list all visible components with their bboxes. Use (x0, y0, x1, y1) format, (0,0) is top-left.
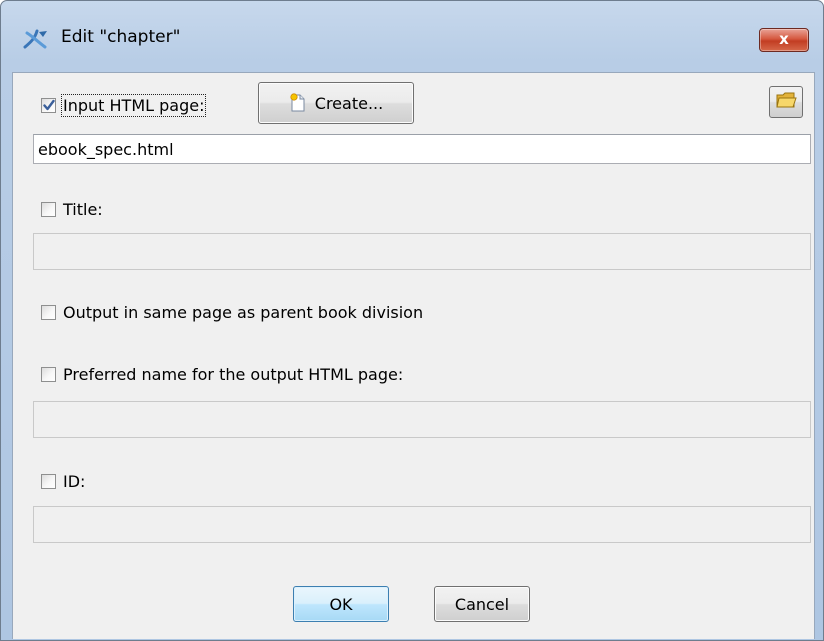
window-title: Edit "chapter" (61, 27, 181, 47)
input-page-row: Input HTML page: (41, 94, 207, 117)
input-page-label[interactable]: Input HTML page: (60, 94, 207, 117)
close-button[interactable]: x (759, 28, 809, 52)
preferred-name-row: Preferred name for the output HTML page: (41, 365, 403, 384)
input-page-field[interactable] (33, 134, 811, 164)
ok-button-label: OK (329, 594, 353, 614)
folder-icon (775, 90, 797, 114)
input-page-checkbox[interactable] (41, 98, 56, 113)
browse-button[interactable] (769, 86, 803, 118)
title-checkbox[interactable] (41, 202, 56, 217)
id-label: ID: (63, 472, 86, 491)
id-field[interactable] (33, 506, 811, 543)
title-label: Title: (63, 200, 103, 219)
same-page-row: Output in same page as parent book divis… (41, 303, 423, 322)
title-row: Title: (41, 200, 103, 219)
id-row: ID: (41, 472, 85, 491)
dialog-body: Input HTML page: Create... ebook_spec.ht… (12, 72, 815, 639)
preferred-name-label: Preferred name for the output HTML page: (63, 365, 404, 384)
new-document-icon (289, 93, 307, 113)
create-button[interactable]: Create... (258, 82, 414, 124)
preferred-name-field[interactable] (33, 401, 811, 438)
same-page-checkbox[interactable] (41, 305, 56, 320)
title-field[interactable] (33, 233, 811, 270)
preferred-name-checkbox[interactable] (41, 367, 56, 382)
ok-button[interactable]: OK (293, 586, 389, 622)
create-button-label: Create... (314, 93, 384, 113)
xmlmind-icon (23, 28, 49, 50)
title-bar[interactable]: Edit "chapter" x (1, 1, 823, 52)
id-checkbox[interactable] (41, 474, 56, 489)
cancel-button[interactable]: Cancel (434, 586, 530, 622)
same-page-label: Output in same page as parent book divis… (63, 303, 424, 322)
close-icon: x (779, 30, 789, 48)
cancel-button-label: Cancel (454, 594, 510, 614)
checkmark-icon (43, 99, 55, 111)
edit-dialog: Edit "chapter" x Input HTML page: Create… (0, 0, 824, 641)
